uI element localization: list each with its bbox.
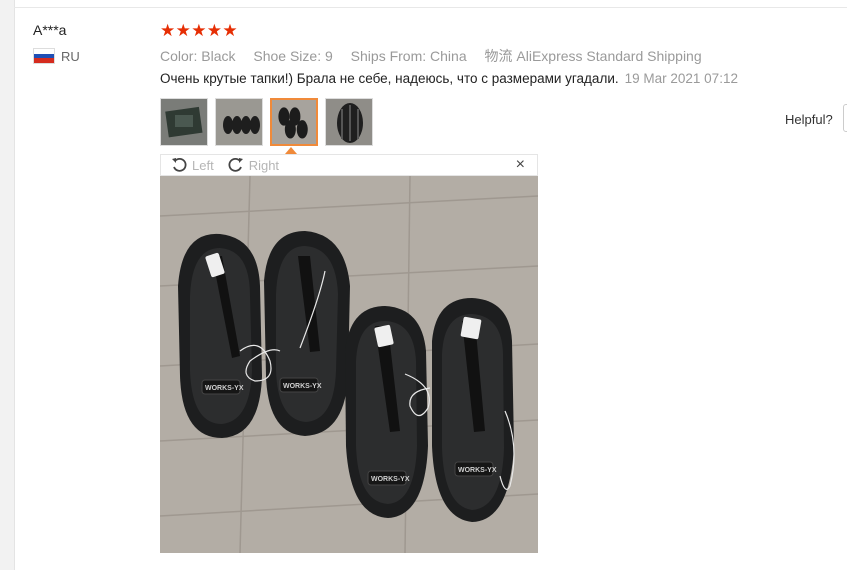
photo-thumbnail[interactable]: [160, 98, 208, 146]
star-icon: ★: [175, 21, 191, 40]
review-divider: [14, 7, 847, 8]
russia-flag-icon: [33, 48, 55, 64]
rotate-right-label: Right: [248, 157, 280, 173]
rotate-left-icon: [172, 157, 187, 172]
photo-thumbnail[interactable]: [215, 98, 263, 146]
helpful-yes-button[interactable]: [843, 104, 847, 132]
rotate-right-button[interactable]: Right: [228, 157, 279, 173]
review-text-row: Очень крутые тапки!) Брала не себе, наде…: [160, 71, 738, 86]
attribute-logistics: 物流 AliExpress Standard Shipping: [484, 48, 702, 64]
attribute-color: Color: Black: [160, 48, 236, 64]
rotate-left-label: Left: [192, 157, 214, 173]
star-icon: ★: [191, 21, 207, 40]
attribute-ships-from: Ships From: China: [350, 48, 467, 64]
attribute-shoe-size: Shoe Size: 9: [253, 48, 333, 64]
review-text: Очень крутые тапки!) Брала не себе, наде…: [160, 71, 619, 86]
review-photo-large: WORKS-YX WORKS-YX WORKS-YX WORKS-YX: [160, 176, 538, 553]
brand-label: WORKS-YX: [458, 467, 497, 474]
brand-label: WORKS-YX: [371, 476, 410, 483]
review-date: 19 Mar 2021 07:12: [624, 71, 738, 86]
photo-thumbnail-selected[interactable]: [270, 98, 318, 146]
buyer-name: A***a: [33, 22, 67, 38]
buyer-country: RU: [33, 48, 80, 64]
star-icon: ★: [206, 21, 223, 40]
helpful-label: Helpful?: [785, 112, 833, 127]
brand-label: WORKS-YX: [283, 383, 322, 390]
photo-thumbnail[interactable]: [325, 98, 373, 146]
star-rating: ★ ★ ★ ★ ★: [160, 22, 238, 40]
left-sidebar-strip: [0, 0, 15, 570]
photo-thumbnails: [160, 98, 380, 146]
rotate-right-icon: [228, 157, 243, 172]
selected-thumbnail-pointer: [285, 147, 297, 154]
star-icon: ★: [160, 21, 176, 40]
country-code: RU: [61, 48, 80, 64]
brand-label: WORKS-YX: [205, 385, 244, 392]
order-attributes: Color: Black Shoe Size: 9 Ships From: Ch…: [160, 46, 716, 66]
rotate-left-button[interactable]: Left: [171, 157, 214, 173]
image-viewer-toolbar: Left Right ×: [160, 154, 538, 176]
star-icon: ★: [222, 21, 238, 40]
close-viewer-icon[interactable]: ×: [516, 156, 525, 174]
